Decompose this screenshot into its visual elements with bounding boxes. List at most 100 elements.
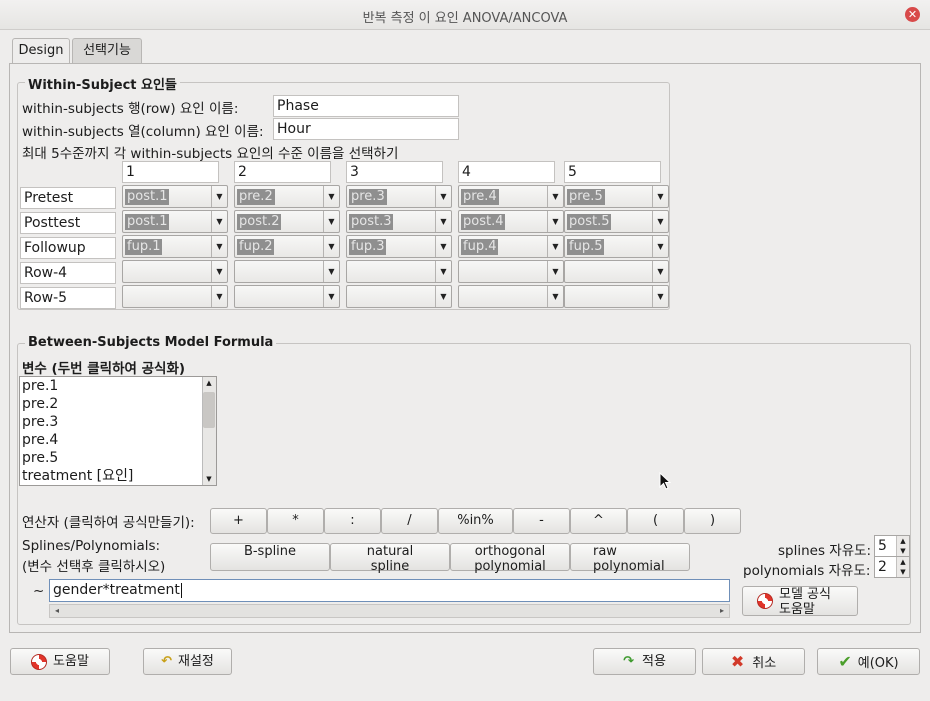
row-factor-label: within-subjects 행(row) 요인 이름: [22,101,239,117]
col-level-3-input[interactable]: 3 [346,161,443,183]
scrollbar-thumb[interactable] [203,392,215,428]
splines-df-spinner[interactable]: 5 ▲ ▼ [874,535,910,557]
level-select[interactable]: fup.3 ▼ [346,235,452,258]
row-name-1-input[interactable]: Pretest [20,187,116,209]
level-select[interactable]: pre.5 ▼ [564,185,669,208]
tab-options[interactable]: 선택기능 [72,38,142,63]
level-select[interactable]: ▼ [234,285,340,308]
level-select[interactable]: fup.1 ▼ [122,235,228,258]
poly-df-spinner[interactable]: 2 ▲ ▼ [874,556,910,578]
ok-label: 예(OK) [857,656,899,671]
col-level-1-input[interactable]: 1 [122,161,219,183]
lifebuoy-icon [757,593,773,609]
cancel-x-icon: ✖ [730,652,745,671]
col-level-2-input[interactable]: 2 [234,161,331,183]
row-name-2-input[interactable]: Posttest [20,212,116,234]
splines-df-value: 5 [878,538,887,554]
level-select[interactable]: post.2 ▼ [234,210,340,233]
formula-input[interactable]: gender*treatment [49,579,730,602]
col-level-4-input[interactable]: 4 [458,161,555,183]
bspline-button[interactable]: B-spline [210,543,330,571]
level-select[interactable]: ▼ [564,285,669,308]
select-value: fup.4 [461,239,499,255]
close-icon[interactable]: ✕ [905,7,920,22]
scroll-up-icon[interactable]: ▲ [203,378,215,388]
list-item[interactable]: pre.2 [20,395,216,413]
list-item[interactable]: pre.4 [20,431,216,449]
select-value: pre.3 [349,189,387,205]
operator-in-button[interactable]: %in% [438,508,513,534]
list-item[interactable]: treatment [요인] [20,467,216,485]
level-select[interactable]: pre.2 ▼ [234,185,340,208]
level-select[interactable]: ▼ [564,260,669,283]
raw-label-1: raw [593,544,617,559]
lifebuoy-icon [31,653,48,670]
operator-plus-button[interactable]: + [210,508,267,534]
apply-button[interactable]: ↷ 적용 [593,648,696,675]
operator-caret-button[interactable]: ^ [570,508,627,534]
reset-button[interactable]: ↶ 재설정 [143,648,232,675]
help-button[interactable]: 도움말 [10,648,110,675]
select-value: post.2 [237,214,282,230]
level-select[interactable]: fup.4 ▼ [458,235,564,258]
dropdown-arrow-icon: ▼ [547,236,563,257]
tab-design[interactable]: Design [12,38,70,65]
col-factor-input[interactable]: Hour [273,118,459,140]
undo-icon: ↶ [161,654,172,669]
operators-label: 연산자 (클릭하여 공식만들기): [22,515,195,531]
raw-polynomial-button[interactable]: raw polynomial [570,543,690,574]
natural-spline-button[interactable]: natural spline [330,543,450,574]
level-select[interactable]: fup.5 ▼ [564,235,669,258]
level-select[interactable]: post.5 ▼ [564,210,669,233]
level-select[interactable]: pre.4 ▼ [458,185,564,208]
level-select[interactable]: ▼ [122,260,228,283]
operator-minus-button[interactable]: - [513,508,570,534]
row-name-4-input[interactable]: Row-4 [20,262,116,284]
increment-icon[interactable]: ▲ [896,536,909,546]
formula-help-label-2: 도움말 [779,602,815,617]
list-item[interactable]: pre.1 [20,377,216,395]
increment-icon[interactable]: ▲ [896,557,909,567]
row-name-3-input[interactable]: Followup [20,237,116,259]
splines-hint: (변수 선택후 클릭하시오) [22,559,166,575]
variables-listbox: pre.1 pre.2 pre.3 pre.4 pre.5 treatment … [19,376,217,486]
row-factor-input[interactable]: Phase [273,95,459,117]
level-select[interactable]: post.1 ▼ [122,185,228,208]
dropdown-arrow-icon: ▼ [323,286,339,307]
operator-times-button[interactable]: * [267,508,324,534]
scroll-right-icon[interactable]: ▸ [716,604,728,618]
operator-rparen-button[interactable]: ) [684,508,741,534]
horizontal-scrollbar[interactable] [49,604,730,618]
operator-slash-button[interactable]: / [381,508,438,534]
operator-lparen-button[interactable]: ( [627,508,684,534]
level-select[interactable]: post.1 ▼ [122,210,228,233]
cancel-button[interactable]: ✖ 취소 [702,648,805,675]
within-legend: Within-Subject 요인들 [25,74,180,93]
level-select[interactable]: ▼ [346,260,452,283]
level-select[interactable]: pre.3 ▼ [346,185,452,208]
level-select[interactable]: post.3 ▼ [346,210,452,233]
formula-help-button[interactable]: 모델 공식 도움말 [742,586,858,617]
level-select[interactable]: ▼ [122,285,228,308]
row-name-5-input[interactable]: Row-5 [20,287,116,309]
level-select[interactable]: ▼ [458,260,564,283]
level-select[interactable]: fup.2 ▼ [234,235,340,258]
list-item[interactable]: pre.5 [20,449,216,467]
scroll-down-icon[interactable]: ▼ [203,474,215,484]
dropdown-arrow-icon: ▼ [435,186,451,207]
select-value: post.5 [567,214,612,230]
level-select[interactable]: ▼ [458,285,564,308]
scroll-left-icon[interactable]: ◂ [51,604,63,618]
level-select[interactable]: ▼ [346,285,452,308]
splines-label: Splines/Polynomials: [22,538,161,554]
level-select[interactable]: post.4 ▼ [458,210,564,233]
decrement-icon[interactable]: ▼ [896,546,909,556]
decrement-icon[interactable]: ▼ [896,567,909,577]
ok-button[interactable]: ✔ 예(OK) [817,648,920,675]
col-level-5-input[interactable]: 5 [564,161,661,183]
level-select[interactable]: ▼ [234,260,340,283]
dropdown-arrow-icon: ▼ [211,186,227,207]
orthogonal-polynomial-button[interactable]: orthogonal polynomial [450,543,570,574]
list-item[interactable]: pre.3 [20,413,216,431]
operator-colon-button[interactable]: : [324,508,381,534]
